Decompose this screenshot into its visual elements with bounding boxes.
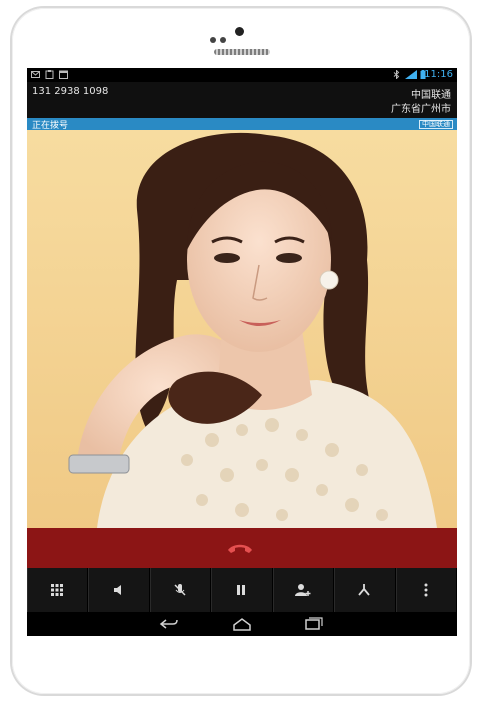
merge-icon bbox=[358, 584, 371, 596]
clipboard-icon bbox=[45, 70, 54, 79]
operator-badge: 中国联通 bbox=[419, 120, 453, 129]
back-icon[interactable] bbox=[158, 616, 180, 632]
bluetooth-icon bbox=[393, 70, 400, 79]
caller-region: 广东省广州市 bbox=[391, 104, 451, 115]
more-button[interactable] bbox=[396, 568, 457, 612]
front-sensor bbox=[220, 37, 226, 43]
status-bar: 11:16 bbox=[27, 68, 457, 82]
pause-icon bbox=[237, 585, 246, 595]
add-contact-icon bbox=[294, 584, 311, 596]
call-action-bar bbox=[27, 568, 457, 612]
end-call-icon[interactable] bbox=[225, 540, 255, 556]
call-state-bar: 正在拨号 中国联通 bbox=[27, 118, 457, 131]
system-navigation-bar bbox=[27, 612, 457, 636]
front-camera bbox=[235, 27, 244, 36]
add-call-button[interactable] bbox=[273, 568, 335, 612]
home-icon[interactable] bbox=[231, 616, 253, 632]
calendar-icon bbox=[59, 70, 68, 79]
phone-number: 131 2938 1098 bbox=[32, 86, 109, 97]
more-vert-icon bbox=[424, 583, 428, 597]
recent-apps-icon[interactable] bbox=[303, 616, 325, 632]
screen: 11:16 131 2938 1098 中国联通 广东省广州市 正在拨号 中国联… bbox=[27, 68, 457, 636]
dialpad-button[interactable] bbox=[27, 568, 89, 612]
email-icon bbox=[31, 71, 40, 78]
contact-photo-portrait bbox=[27, 130, 457, 528]
hold-button[interactable] bbox=[211, 568, 273, 612]
carrier-name: 中国联通 bbox=[411, 90, 451, 101]
earpiece-speaker bbox=[214, 49, 270, 55]
call-header: 131 2938 1098 中国联通 广东省广州市 bbox=[27, 82, 457, 118]
contact-photo bbox=[27, 130, 457, 528]
mic-off-icon bbox=[174, 584, 186, 596]
mute-button[interactable] bbox=[150, 568, 212, 612]
signal-icon bbox=[405, 70, 417, 79]
speaker-icon bbox=[113, 585, 121, 595]
end-call-bar[interactable] bbox=[27, 528, 457, 568]
speaker-button[interactable] bbox=[88, 568, 150, 612]
status-clock: 11:16 bbox=[424, 69, 453, 80]
merge-button[interactable] bbox=[334, 568, 396, 612]
front-sensor bbox=[210, 37, 216, 43]
dialpad-icon bbox=[51, 584, 64, 596]
